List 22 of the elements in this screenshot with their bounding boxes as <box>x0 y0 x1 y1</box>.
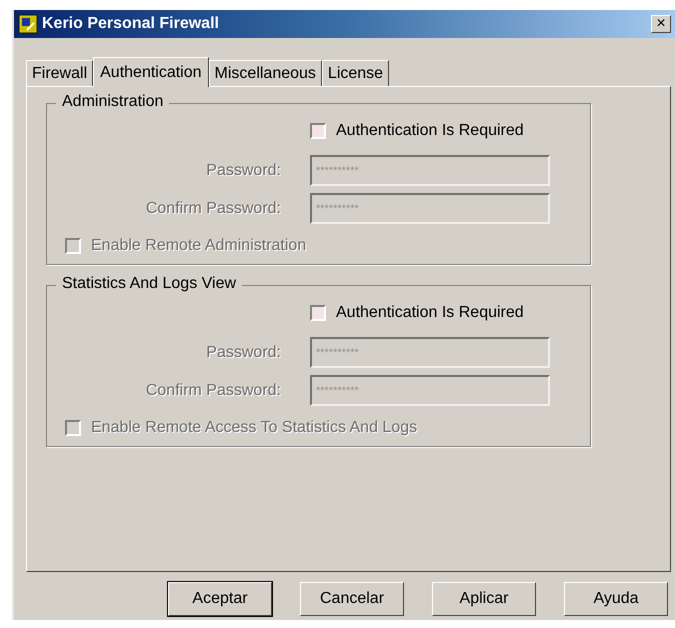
close-button[interactable]: × <box>651 15 671 33</box>
field-label: Password: <box>205 342 281 362</box>
tab[interactable]: License <box>322 60 390 86</box>
dialog-button[interactable]: Cancelar <box>300 582 404 616</box>
tab[interactable]: Authentication <box>93 57 209 87</box>
dialog-button[interactable]: Aceptar <box>168 582 272 616</box>
dialog-button[interactable]: Aplicar <box>432 582 536 616</box>
checkbox[interactable] <box>310 123 326 139</box>
checkbox[interactable] <box>310 305 326 321</box>
window-title: Kerio Personal Firewall <box>42 14 220 34</box>
checkbox-label: Enable Remote Access To Statistics And Logs <box>91 418 418 438</box>
tab[interactable]: Firewall <box>26 60 94 86</box>
checkbox-label: Authentication Is Required <box>336 121 524 141</box>
checkbox-label: Authentication Is Required <box>336 303 524 323</box>
checkbox-label: Enable Remote Administration <box>91 236 306 256</box>
app-icon <box>18 14 38 34</box>
field-label: Confirm Password: <box>144 198 281 218</box>
field-label: Password: <box>205 160 281 180</box>
group-title: Statistics And Logs View <box>56 275 242 293</box>
dialog-button[interactable]: Ayuda <box>564 582 668 616</box>
tab[interactable]: Miscellaneous <box>208 60 322 86</box>
field-label: Confirm Password: <box>144 380 281 400</box>
